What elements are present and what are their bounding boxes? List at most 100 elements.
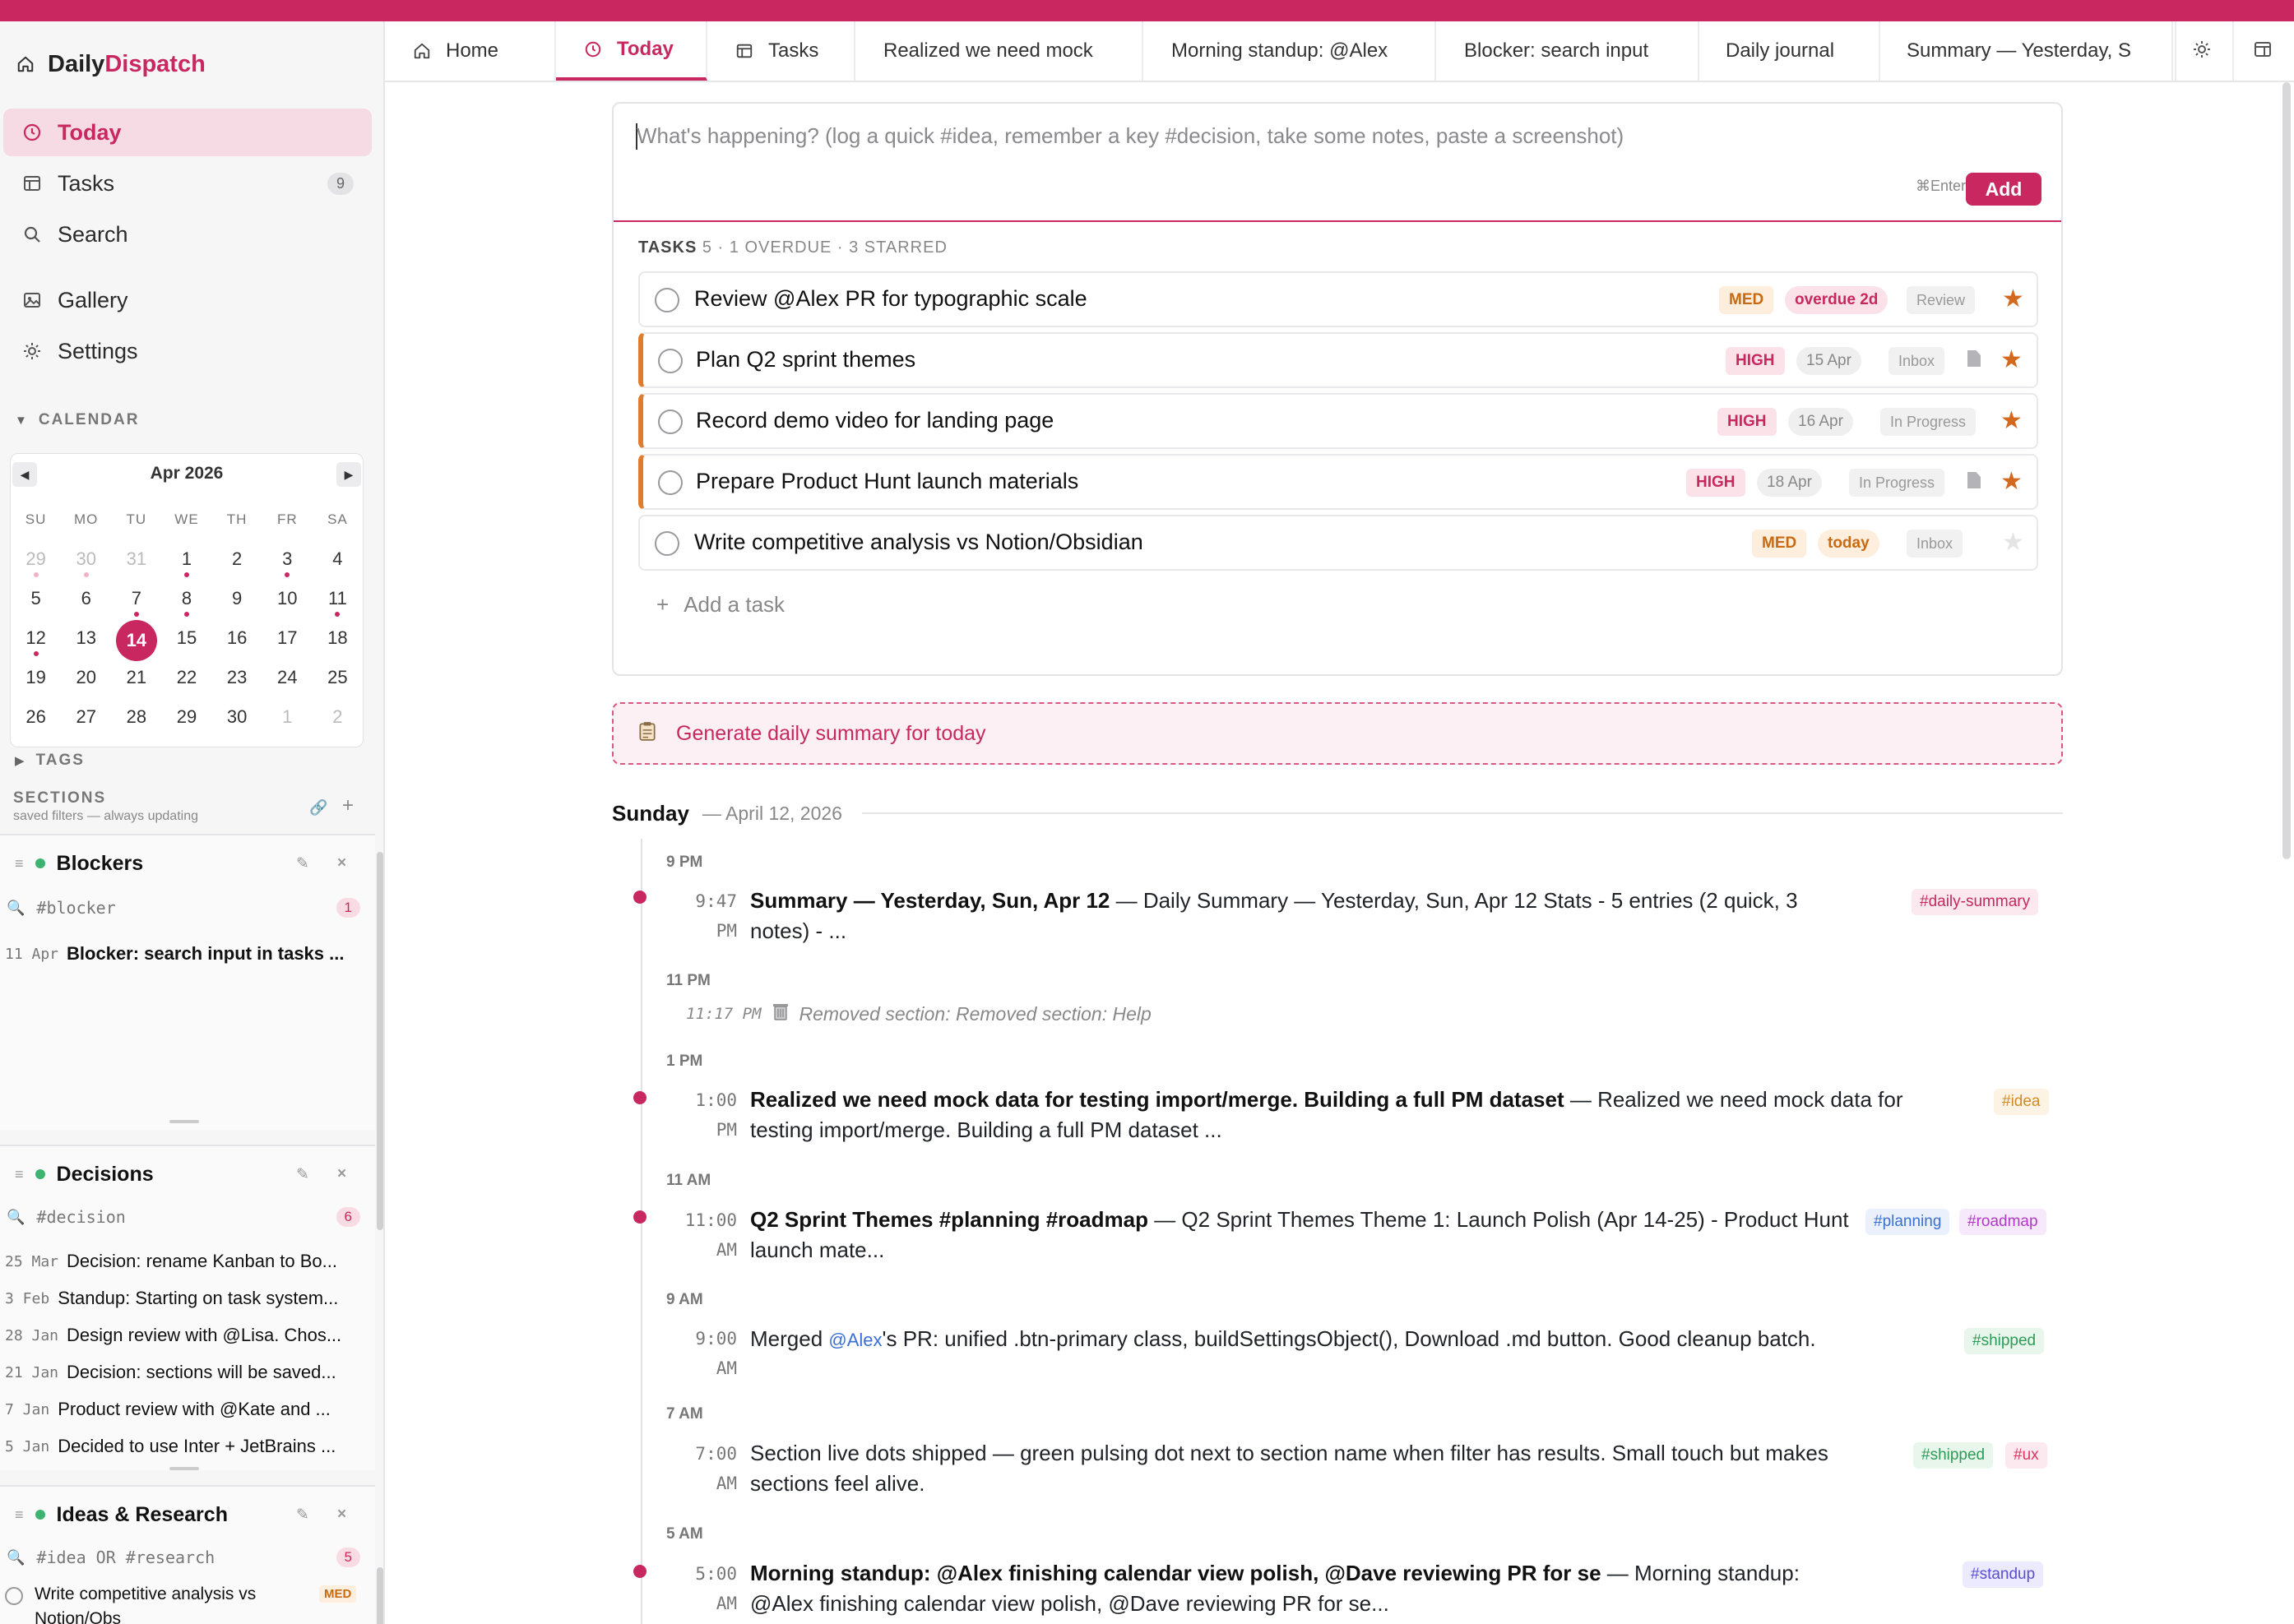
tag-chip[interactable]: #shipped xyxy=(1913,1442,1994,1469)
calendar-day[interactable]: 29 xyxy=(11,541,61,577)
tag-chip[interactable]: #standup xyxy=(1963,1562,2044,1588)
calendar-day[interactable]: 25 xyxy=(313,659,363,696)
composer-input[interactable]: What's happening? (log a quick #idea, re… xyxy=(637,123,1624,149)
calendar-day[interactable]: 2 xyxy=(212,541,262,577)
edit-pencil-icon[interactable]: ✎ xyxy=(296,1506,309,1525)
list-item[interactable]: Write competitive analysis vs Notion/Obs… xyxy=(5,1582,357,1624)
tab-note[interactable]: Morning standup: @Alex xyxy=(1143,21,1436,81)
status-badge[interactable]: Review xyxy=(1907,286,1976,314)
calendar-day[interactable]: 24 xyxy=(262,659,313,696)
calendar-day[interactable]: 26 xyxy=(11,699,61,735)
nav-tasks[interactable]: Tasks 9 xyxy=(3,160,372,207)
list-item[interactable]: 11 Apr Blocker: search input in tasks ..… xyxy=(5,936,367,972)
calendar-day[interactable]: 20 xyxy=(61,659,111,696)
link-icon[interactable]: 🔗 xyxy=(309,799,327,817)
timeline-entry[interactable]: Summary — Yesterday, Sun, Apr 12 — Daily… xyxy=(750,886,1861,946)
close-icon[interactable]: × xyxy=(337,1506,346,1524)
star-icon[interactable]: ★ xyxy=(2002,528,2024,557)
calendar-day[interactable]: 18 xyxy=(313,620,363,656)
tag-chip[interactable]: #roadmap xyxy=(1959,1209,2046,1235)
task-row[interactable]: Record demo video for landing page HIGH … xyxy=(638,393,2038,449)
drag-handle-icon[interactable]: ≡ xyxy=(15,855,24,872)
status-badge[interactable]: In Progress xyxy=(1849,469,1945,497)
list-item[interactable]: 25 Mar Decision: rename Kanban to Bo... xyxy=(5,1243,367,1279)
calendar-day[interactable]: 28 xyxy=(111,699,161,735)
timeline-entry[interactable]: Section live dots shipped — green pulsin… xyxy=(750,1438,1861,1499)
calendar-day[interactable]: 5 xyxy=(11,581,61,617)
list-item[interactable]: 7 Jan Product review with @Kate and ... xyxy=(5,1391,367,1427)
task-checkbox[interactable] xyxy=(658,409,683,434)
tab-note[interactable]: Realized we need mock xyxy=(855,21,1143,81)
calendar-day[interactable]: 3 xyxy=(262,541,313,577)
calendar-day[interactable]: 19 xyxy=(11,659,61,696)
edit-pencil-icon[interactable]: ✎ xyxy=(296,854,309,873)
tab-note[interactable]: Daily journal xyxy=(1699,21,1880,81)
tag-chip[interactable]: #planning xyxy=(1865,1209,1950,1235)
calendar-day[interactable]: 17 xyxy=(262,620,313,656)
calendar-day[interactable]: 30 xyxy=(212,699,262,735)
add-section-button[interactable]: + xyxy=(342,794,354,817)
nav-gallery[interactable]: Gallery xyxy=(3,276,372,324)
calendar-day[interactable]: 7 xyxy=(111,581,161,617)
calendar-day[interactable]: 9 xyxy=(212,581,262,617)
theme-toggle-button[interactable] xyxy=(2171,21,2231,81)
calendar-day[interactable]: 15 xyxy=(161,620,211,656)
calendar-day[interactable]: 23 xyxy=(212,659,262,696)
star-icon[interactable]: ★ xyxy=(2000,406,2023,435)
nav-search[interactable]: Search xyxy=(3,211,372,258)
calendar-day[interactable]: 11 xyxy=(313,581,363,617)
close-icon[interactable]: × xyxy=(337,1165,346,1183)
status-badge[interactable]: In Progress xyxy=(1880,408,1977,436)
calendar-day[interactable]: 21 xyxy=(111,659,161,696)
task-checkbox[interactable] xyxy=(658,349,683,373)
resize-handle[interactable] xyxy=(169,1467,199,1470)
tab-today[interactable]: Today xyxy=(556,21,707,81)
star-icon[interactable]: ★ xyxy=(2000,467,2023,496)
add-task-button[interactable]: + Add a task xyxy=(656,592,785,618)
tags-toggle[interactable]: ▶ TAGS xyxy=(15,752,85,770)
task-row[interactable]: Write competitive analysis vs Notion/Obs… xyxy=(638,515,2038,571)
nav-settings[interactable]: Settings xyxy=(3,327,372,375)
timeline-entry[interactable]: Realized we need mock data for testing i… xyxy=(750,1085,1951,1145)
tab-note[interactable]: Summary — Yesterday, S xyxy=(1880,21,2176,81)
calendar-day[interactable]: 29 xyxy=(161,699,211,735)
task-row[interactable]: Prepare Product Hunt launch materials HI… xyxy=(638,454,2038,510)
timeline-entry[interactable]: Morning standup: @Alex finishing calenda… xyxy=(750,1558,1861,1619)
tag-chip[interactable]: #daily-summary xyxy=(1912,889,2039,915)
drag-handle-icon[interactable]: ≡ xyxy=(15,1506,24,1524)
task-checkbox[interactable] xyxy=(5,1587,23,1605)
calendar-day[interactable]: 27 xyxy=(61,699,111,735)
tag-chip[interactable]: #idea xyxy=(1994,1089,2049,1115)
calendar-day[interactable]: 16 xyxy=(212,620,262,656)
edit-pencil-icon[interactable]: ✎ xyxy=(296,1165,309,1184)
calendar-toggle[interactable]: ▼ CALENDAR xyxy=(15,411,139,429)
list-item[interactable]: 21 Jan Decision: sections will be saved..… xyxy=(5,1354,367,1390)
list-item[interactable]: 28 Jan Design review with @Lisa. Chos... xyxy=(5,1317,367,1353)
nav-today[interactable]: Today xyxy=(3,109,372,156)
task-checkbox[interactable] xyxy=(655,288,679,312)
main-scrollbar[interactable] xyxy=(2282,82,2291,859)
list-item[interactable]: 3 Feb Standup: Starting on task system... xyxy=(5,1280,367,1316)
close-icon[interactable]: × xyxy=(337,854,346,872)
calendar-day[interactable]: 22 xyxy=(161,659,211,696)
sidebar-scrollbar[interactable] xyxy=(377,852,383,1230)
calendar-day[interactable]: 8 xyxy=(161,581,211,617)
tab-tasks[interactable]: Tasks xyxy=(707,21,855,81)
calendar-day[interactable]: 1 xyxy=(161,541,211,577)
panel-toggle-button[interactable] xyxy=(2232,21,2292,81)
calendar-day[interactable]: 31 xyxy=(111,541,161,577)
next-month-button[interactable]: ▶ xyxy=(336,462,361,487)
calendar-day[interactable]: 13 xyxy=(61,620,111,656)
calendar-day[interactable]: 6 xyxy=(61,581,111,617)
calendar-day[interactable]: 4 xyxy=(313,541,363,577)
calendar-day[interactable]: 12 xyxy=(11,620,61,656)
calendar-day[interactable]: 10 xyxy=(262,581,313,617)
tag-chip[interactable]: #shipped xyxy=(1964,1328,2045,1354)
app-logo[interactable]: DailyDispatch xyxy=(15,46,206,82)
resize-handle[interactable] xyxy=(169,1120,199,1123)
timeline-entry[interactable]: Merged @Alex's PR: unified .btn-primary … xyxy=(750,1324,1943,1355)
mention-link[interactable]: @Alex xyxy=(828,1330,882,1350)
calendar-day[interactable]: 30 xyxy=(61,541,111,577)
status-badge[interactable]: Inbox xyxy=(1888,347,1945,375)
tab-home[interactable]: Home xyxy=(385,21,556,81)
